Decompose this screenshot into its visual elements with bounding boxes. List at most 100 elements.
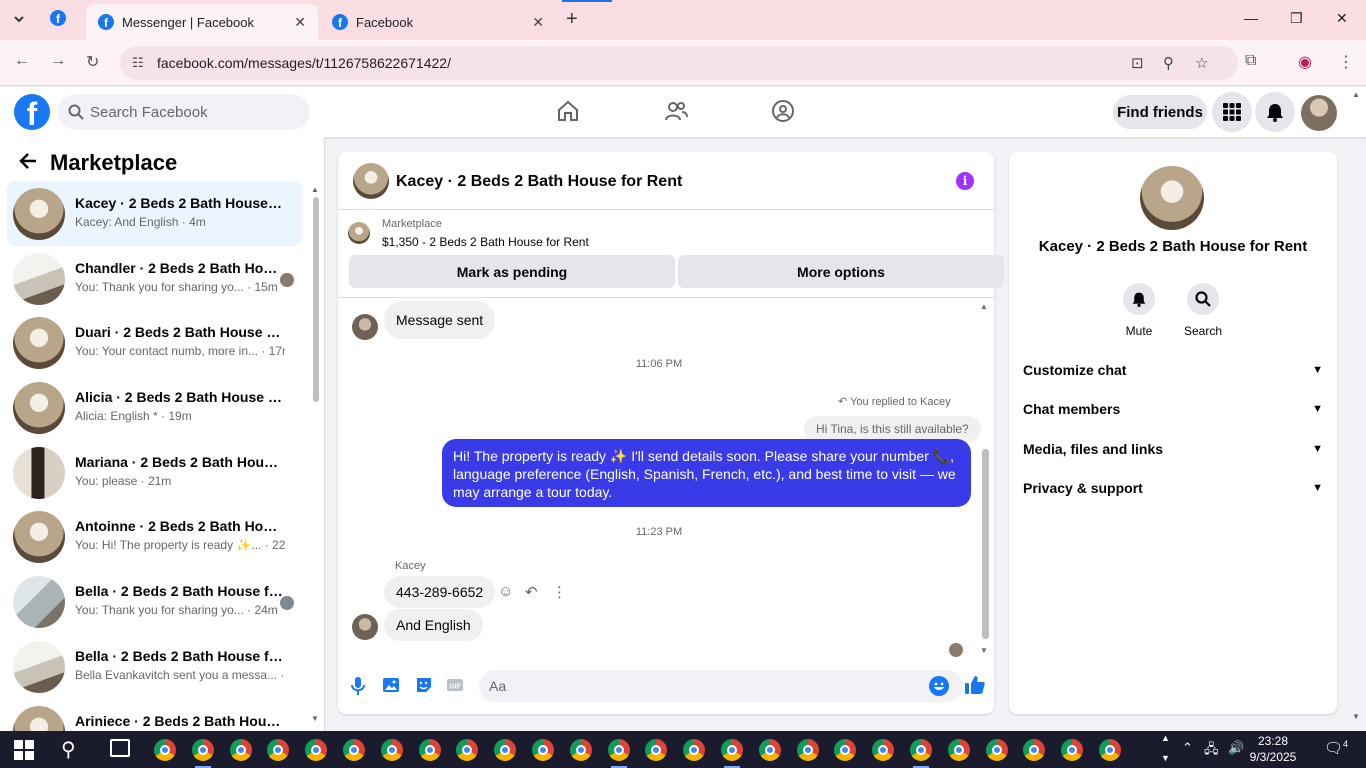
mute-button[interactable]: Mute	[1109, 283, 1169, 338]
conversation-item[interactable]: Kacey · 2 Beds 2 Bath House for Rent Kac…	[7, 181, 302, 246]
notification-center-icon[interactable]: 🗨4	[1324, 739, 1348, 757]
message-input[interactable]	[479, 670, 963, 702]
chrome-icon[interactable]	[868, 735, 898, 765]
reload-icon[interactable]: ↻	[86, 52, 99, 72]
photo-icon[interactable]	[382, 676, 400, 694]
chat-title[interactable]: Kacey · 2 Beds 2 Bath House for Rent	[396, 173, 682, 191]
reply-arrow-icon[interactable]: ↶	[525, 583, 538, 601]
message-bubble[interactable]: 443-289-6652	[384, 576, 496, 608]
taskbar-scroll-down-icon[interactable]: ▼	[1161, 753, 1170, 763]
chrome-icon[interactable]	[1057, 735, 1087, 765]
tab-search-dropdown[interactable]	[8, 8, 30, 30]
chrome-icon[interactable]	[490, 735, 520, 765]
facebook-logo-icon[interactable]: f	[14, 94, 50, 130]
conversation-item[interactable]: Alicia · 2 Beds 2 Bath House for Rent Al…	[7, 375, 302, 440]
account-avatar[interactable]	[1301, 95, 1337, 131]
tray-expand-icon[interactable]: ⌃	[1182, 740, 1193, 756]
scroll-up-arrow-icon[interactable]: ▲	[311, 185, 319, 194]
tab-messenger[interactable]: f Messenger | Facebook ✕	[86, 4, 318, 40]
close-tab-icon[interactable]: ✕	[294, 14, 306, 31]
site-info-icon[interactable]: ☷	[132, 55, 144, 71]
chrome-icon[interactable]	[566, 735, 596, 765]
groups-icon[interactable]	[771, 99, 795, 123]
chrome-icon[interactable]	[906, 735, 936, 768]
volume-icon[interactable]: 🔊	[1228, 740, 1244, 756]
scroll-up-arrow-icon[interactable]: ▲	[980, 302, 988, 311]
conversation-item[interactable]: Antoinne · 2 Beds 2 Bath House for Rent …	[7, 504, 302, 569]
section-media-files-links[interactable]: Media, files and links ▼	[1023, 437, 1323, 461]
install-app-icon[interactable]: ⊡	[1131, 54, 1144, 72]
taskbar-scroll-up-icon[interactable]: ▲	[1161, 733, 1170, 743]
find-friends-button[interactable]: Find friends	[1113, 95, 1207, 129]
chrome-icon[interactable]	[263, 735, 293, 765]
kacey-avatar[interactable]	[352, 314, 378, 340]
conversation-item[interactable]: Mariana · 2 Beds 2 Bath House for Rent Y…	[7, 440, 302, 505]
more-kebab-icon[interactable]: ⋮	[552, 583, 567, 601]
back-arrow-icon[interactable]	[18, 151, 38, 177]
friends-icon[interactable]	[664, 99, 688, 123]
minimize-button[interactable]: —	[1244, 10, 1258, 26]
menu-kebab-icon[interactable]: ⋮	[1338, 52, 1354, 72]
chrome-icon[interactable]	[226, 735, 256, 765]
chrome-icon[interactable]	[604, 735, 634, 768]
taskbar-search-icon[interactable]: ⚲	[61, 737, 76, 762]
clock[interactable]: 23:28 9/3/2025	[1243, 733, 1303, 765]
search-input[interactable]	[90, 94, 300, 130]
chrome-icon[interactable]	[377, 735, 407, 765]
section-chat-members[interactable]: Chat members ▼	[1023, 397, 1323, 421]
section-customize-chat[interactable]: Customize chat ▼	[1023, 358, 1323, 382]
home-icon[interactable]	[556, 99, 580, 123]
chrome-icon[interactable]	[982, 735, 1012, 765]
chrome-icon[interactable]	[1019, 735, 1049, 765]
chrome-icon[interactable]	[793, 735, 823, 765]
microphone-icon[interactable]	[350, 676, 366, 696]
chrome-icon[interactable]	[641, 735, 671, 765]
emoji-icon[interactable]	[929, 676, 949, 696]
facebook-search[interactable]	[58, 94, 310, 130]
url-text[interactable]: facebook.com/messages/t/1126758622671422…	[157, 55, 451, 71]
extensions-icon[interactable]: ⧉	[1245, 52, 1256, 70]
forward-icon[interactable]: →	[50, 52, 66, 70]
restore-button[interactable]: ❐	[1290, 10, 1303, 27]
network-icon[interactable]: 🖧	[1204, 740, 1219, 762]
menu-button[interactable]	[1212, 92, 1252, 132]
task-view-icon[interactable]	[110, 739, 130, 757]
more-options-button[interactable]: More options	[678, 255, 1004, 288]
kacey-avatar[interactable]	[352, 614, 378, 640]
chrome-icon[interactable]	[188, 735, 218, 768]
chrome-icon[interactable]	[301, 735, 331, 765]
chrome-icon[interactable]	[944, 735, 974, 765]
bookmark-star-icon[interactable]: ☆	[1195, 54, 1208, 72]
thumbs-up-icon[interactable]	[964, 674, 986, 696]
close-tab-icon[interactable]: ✕	[532, 14, 544, 31]
scroll-down-arrow-icon[interactable]: ▼	[311, 714, 319, 723]
pinned-tab-facebook[interactable]: f	[50, 10, 66, 26]
page-scroll-up-arrow-icon[interactable]: ▲	[1352, 90, 1360, 99]
chat-avatar[interactable]	[353, 163, 389, 199]
chrome-icon[interactable]	[755, 735, 785, 765]
conversation-item[interactable]: Bella · 2 Beds 2 Bath House for Rent You…	[7, 569, 302, 634]
chrome-icon[interactable]	[150, 735, 180, 765]
profile-icon[interactable]: ◉	[1298, 52, 1312, 72]
conversation-item[interactable]: Chandler · 2 Beds 2 Bath House for Rent …	[7, 246, 302, 311]
outgoing-message[interactable]: Hi! The property is ready ✨ I'll send de…	[442, 439, 971, 507]
react-emoji-icon[interactable]: ☺	[498, 583, 513, 600]
close-window-button[interactable]: ✕	[1336, 10, 1348, 27]
zoom-icon[interactable]: ⚲	[1163, 54, 1174, 72]
new-tab-button[interactable]: +	[566, 8, 578, 31]
chrome-icon[interactable]	[679, 735, 709, 765]
message-bubble[interactable]: And English	[384, 609, 483, 641]
back-icon[interactable]: ←	[14, 52, 30, 70]
chrome-icon[interactable]	[415, 735, 445, 765]
chrome-icon[interactable]	[452, 735, 482, 765]
notifications-button[interactable]	[1255, 92, 1295, 132]
contact-avatar[interactable]	[1140, 166, 1204, 230]
chrome-icon[interactable]	[830, 735, 860, 765]
message-bubble[interactable]: Message sent	[384, 301, 496, 339]
chrome-icon[interactable]	[1095, 735, 1125, 765]
sidebar-scrollbar[interactable]	[313, 197, 319, 402]
address-bar[interactable]: ☷ facebook.com/messages/t/11267586226714…	[120, 46, 1238, 80]
page-scroll-down-arrow-icon[interactable]: ▼	[1352, 712, 1360, 721]
section-privacy-support[interactable]: Privacy & support ▼	[1023, 476, 1323, 500]
search-conversation-button[interactable]: Search	[1173, 283, 1233, 338]
